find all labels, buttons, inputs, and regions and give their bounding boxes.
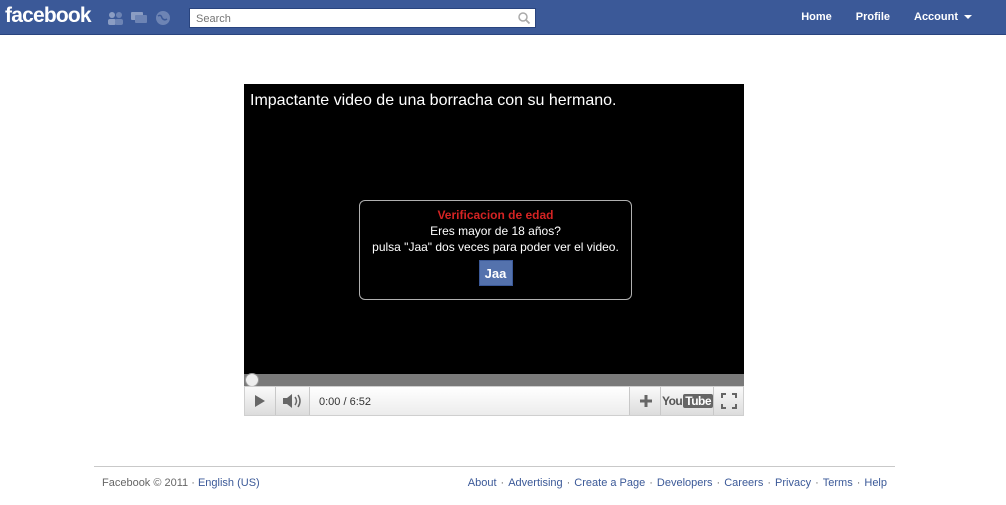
top-bar: facebook Home Profile Account	[0, 0, 1006, 35]
language-link[interactable]: English (US)	[198, 477, 260, 489]
notification-jewels	[106, 10, 172, 26]
separator: ·	[767, 477, 772, 489]
nav-account-label: Account	[914, 11, 958, 23]
footer-link-developers[interactable]: Developers	[657, 477, 713, 489]
footer-link-about[interactable]: About	[468, 477, 497, 489]
time-display: 0:00 / 6:52	[309, 387, 629, 415]
plus-icon	[639, 395, 652, 407]
video-player[interactable]: Impactante video de una borracha con su …	[244, 84, 744, 374]
footer-links: About · Advertising · Create a Page · Devel…	[468, 477, 887, 489]
play-button[interactable]	[245, 387, 276, 415]
separator: ·	[500, 477, 505, 489]
youtube-logo-button[interactable]: You Tube	[660, 387, 714, 415]
video-progress-bar[interactable]	[244, 373, 744, 387]
nav-account-link[interactable]: Account	[914, 11, 972, 23]
progress-scrubber-handle[interactable]	[245, 373, 259, 387]
video-title[interactable]: Impactante video de una borracha con su …	[250, 92, 616, 110]
youtube-logo-tube: Tube	[683, 394, 714, 408]
jaa-button[interactable]: Jaa	[478, 260, 513, 286]
play-icon	[255, 395, 265, 407]
notifications-globe-icon[interactable]	[154, 10, 172, 26]
search-input[interactable]	[190, 10, 516, 28]
messages-icon[interactable]	[130, 10, 148, 26]
nav-home-link[interactable]: Home	[801, 11, 832, 23]
chevron-down-icon	[964, 15, 972, 19]
dialog-question: Eres mayor de 18 años?	[430, 224, 561, 238]
dialog-heading: Verificacion de edad	[437, 208, 554, 222]
search-icon[interactable]	[517, 11, 531, 25]
separator: ·	[566, 477, 571, 489]
footer-link-create-page[interactable]: Create a Page	[574, 477, 645, 489]
top-nav: Home Profile Account	[777, 11, 972, 23]
separator: ·	[716, 477, 721, 489]
dialog-instruction: pulsa "Jaa" dos veces para poder ver el …	[372, 240, 619, 254]
footer-link-terms[interactable]: Terms	[823, 477, 853, 489]
separator: ·	[649, 477, 653, 489]
footer-link-advertising[interactable]: Advertising	[508, 477, 562, 489]
volume-button[interactable]	[275, 387, 308, 415]
footer-link-help[interactable]: Help	[864, 477, 887, 489]
video-controls: 0:00 / 6:52 You Tube	[244, 386, 744, 416]
copyright-text: Facebook © 2011 ·	[102, 477, 195, 489]
age-verification-dialog: Verificacion de edad Eres mayor de 18 añ…	[359, 200, 632, 300]
footer-link-careers[interactable]: Careers	[724, 477, 763, 489]
youtube-logo: You Tube	[661, 394, 714, 408]
youtube-logo-you: You	[661, 394, 683, 408]
separator: ·	[815, 477, 819, 489]
fullscreen-button[interactable]	[713, 387, 744, 415]
separator: ·	[856, 477, 861, 489]
volume-icon	[282, 394, 301, 408]
search-box	[189, 8, 536, 28]
footer-left: Facebook © 2011 · English (US)	[102, 477, 260, 489]
fullscreen-icon	[721, 393, 737, 409]
page-footer: Facebook © 2011 · English (US) About · Ad…	[94, 466, 895, 505]
friend-requests-icon[interactable]	[106, 10, 124, 26]
footer-link-privacy[interactable]: Privacy	[775, 477, 811, 489]
facebook-logo[interactable]: facebook	[5, 4, 92, 28]
add-button[interactable]	[629, 387, 661, 415]
nav-profile-link[interactable]: Profile	[856, 11, 890, 23]
